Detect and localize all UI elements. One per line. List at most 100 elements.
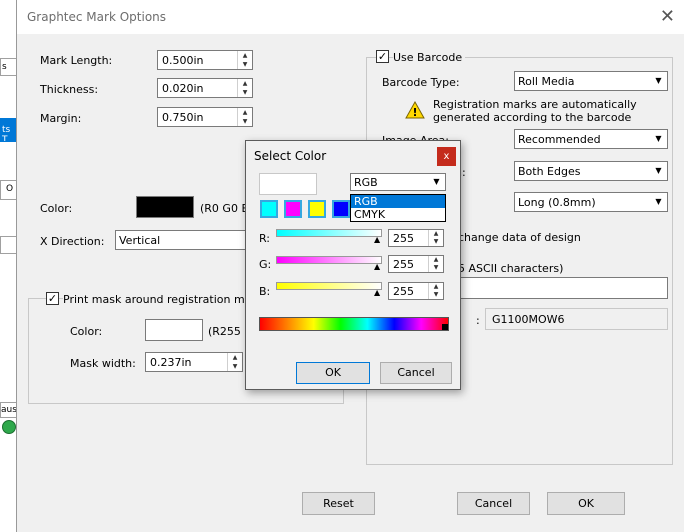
- color-mode-list: RGB CMYK: [350, 194, 446, 222]
- spin-up-icon[interactable]: ▲: [238, 79, 252, 88]
- bg-field: [0, 236, 17, 254]
- slider-thumb-icon[interactable]: ▲: [374, 288, 380, 297]
- slider-thumb-icon[interactable]: ▲: [374, 235, 380, 244]
- spin-up-icon[interactable]: ▲: [429, 283, 443, 291]
- x-direction-select[interactable]: Vertical: [115, 230, 250, 250]
- g-value: 255: [393, 258, 414, 271]
- warning-icon: !: [405, 100, 425, 119]
- spin-up-icon[interactable]: ▲: [238, 108, 252, 117]
- use-barcode-checkbox[interactable]: ✓: [376, 50, 389, 63]
- r-label: R:: [259, 232, 271, 245]
- reset-button[interactable]: Reset: [302, 492, 375, 515]
- mark-length-value: 0.500in: [162, 54, 204, 67]
- spin-down-icon[interactable]: ▼: [429, 264, 443, 272]
- bg-button: O: [0, 180, 17, 200]
- chevron-down-icon[interactable]: ▼: [650, 162, 667, 180]
- bg-text: s: [2, 62, 7, 72]
- spin-down-icon[interactable]: ▼: [429, 291, 443, 299]
- bg-text: ause: [1, 405, 17, 415]
- blue-swatch[interactable]: [332, 200, 350, 218]
- b-slider[interactable]: [276, 282, 382, 290]
- spin-up-icon[interactable]: ▲: [429, 230, 443, 238]
- mark-length-label: Mark Length:: [40, 54, 113, 67]
- chevron-down-icon[interactable]: ▼: [650, 193, 667, 211]
- close-icon[interactable]: x: [437, 147, 456, 166]
- margin-label: Margin:: [40, 112, 82, 125]
- r-stepper[interactable]: ▲ ▼: [428, 230, 443, 246]
- select-color-cancel-button[interactable]: Cancel: [380, 362, 452, 384]
- mask-color-swatch[interactable]: [145, 319, 203, 341]
- b-stepper[interactable]: ▲ ▼: [428, 283, 443, 299]
- mode-option-rgb[interactable]: RGB: [351, 195, 445, 208]
- select-color-dialog: Select Color x RGB ▼ RGB CMYK R: ▲ 255 ▲…: [245, 140, 461, 390]
- g-stepper[interactable]: ▲ ▼: [428, 256, 443, 272]
- position-select[interactable]: Both Edges ▼: [514, 161, 668, 181]
- close-icon[interactable]: ✕: [660, 6, 675, 27]
- cancel-button[interactable]: Cancel: [457, 492, 530, 515]
- title-bar: Graphtec Mark Options ✕: [17, 0, 684, 34]
- select-color-ok-button[interactable]: OK: [296, 362, 370, 384]
- margin-stepper[interactable]: ▲ ▼: [237, 108, 252, 126]
- bg-field: ause: [0, 402, 17, 418]
- spin-down-icon[interactable]: ▼: [429, 238, 443, 246]
- print-mask-checkbox[interactable]: ✓: [46, 292, 59, 305]
- color-spectrum[interactable]: [259, 317, 449, 331]
- bg-tab: ts T: [0, 118, 17, 142]
- b-label: B:: [259, 285, 271, 298]
- barcode-type-select[interactable]: Roll Media ▼: [514, 71, 668, 91]
- color-preview: [259, 173, 317, 195]
- image-area-select[interactable]: Recommended ▼: [514, 129, 668, 149]
- cyan-swatch[interactable]: [260, 200, 278, 218]
- spin-up-icon[interactable]: ▲: [238, 51, 252, 60]
- bg-field: s: [0, 58, 17, 76]
- chevron-down-icon[interactable]: ▼: [650, 72, 667, 90]
- color-label: Color:: [40, 202, 73, 215]
- length-select[interactable]: Long (0.8mm) ▼: [514, 192, 668, 212]
- barcode-id-field: G1100MOW6: [485, 308, 668, 330]
- magenta-swatch[interactable]: [284, 200, 302, 218]
- length-value: Long (0.8mm): [518, 196, 596, 209]
- slider-thumb-icon[interactable]: ▲: [374, 262, 380, 271]
- thickness-value: 0.020in: [162, 82, 204, 95]
- mark-length-input[interactable]: 0.500in ▲ ▼: [157, 50, 253, 70]
- g-label: G:: [259, 258, 272, 271]
- select-color-title: Select Color: [254, 149, 327, 163]
- use-barcode-label: Use Barcode: [393, 51, 466, 64]
- mask-width-input[interactable]: 0.237in ▲ ▼: [145, 352, 243, 372]
- mark-color-swatch[interactable]: [136, 196, 194, 218]
- barcode-data-input[interactable]: [446, 277, 668, 299]
- color-mode-select[interactable]: RGB ▼: [350, 173, 446, 191]
- mask-width-label: Mask width:: [70, 357, 136, 370]
- b-input[interactable]: 255 ▲ ▼: [388, 282, 444, 300]
- spin-down-icon[interactable]: ▼: [228, 362, 242, 371]
- barcode-type-label: Barcode Type:: [382, 76, 460, 89]
- spin-up-icon[interactable]: ▲: [228, 353, 242, 362]
- warning-text: Registration marks are automatically gen…: [433, 98, 637, 124]
- thickness-input[interactable]: 0.020in ▲ ▼: [157, 78, 253, 98]
- spin-up-icon[interactable]: ▲: [429, 256, 443, 264]
- mask-color-label: Color:: [70, 325, 103, 338]
- yellow-swatch[interactable]: [308, 200, 326, 218]
- margin-input[interactable]: 0.750in ▲ ▼: [157, 107, 253, 127]
- mode-option-cmyk[interactable]: CMYK: [351, 208, 445, 221]
- r-value: 255: [393, 232, 414, 245]
- mask-width-value: 0.237in: [150, 356, 192, 369]
- spin-down-icon[interactable]: ▼: [238, 88, 252, 97]
- r-slider[interactable]: [276, 229, 382, 237]
- g-slider[interactable]: [276, 256, 382, 264]
- ascii-text: 5 ASCII characters): [458, 262, 564, 275]
- spin-down-icon[interactable]: ▼: [238, 117, 252, 126]
- window-title: Graphtec Mark Options: [27, 10, 167, 24]
- color-mode-value: RGB: [354, 176, 378, 189]
- g-input[interactable]: 255 ▲ ▼: [388, 255, 444, 273]
- chevron-down-icon[interactable]: ▼: [650, 130, 667, 148]
- thickness-stepper[interactable]: ▲ ▼: [237, 79, 252, 97]
- r-input[interactable]: 255 ▲ ▼: [388, 229, 444, 247]
- bg-status-icon: [2, 420, 16, 434]
- mark-length-stepper[interactable]: ▲ ▼: [237, 51, 252, 69]
- chevron-down-icon[interactable]: ▼: [428, 174, 445, 190]
- spin-down-icon[interactable]: ▼: [238, 60, 252, 69]
- mask-width-stepper[interactable]: ▲ ▼: [227, 353, 242, 371]
- id-label: :: [476, 314, 480, 327]
- ok-button[interactable]: OK: [547, 492, 625, 515]
